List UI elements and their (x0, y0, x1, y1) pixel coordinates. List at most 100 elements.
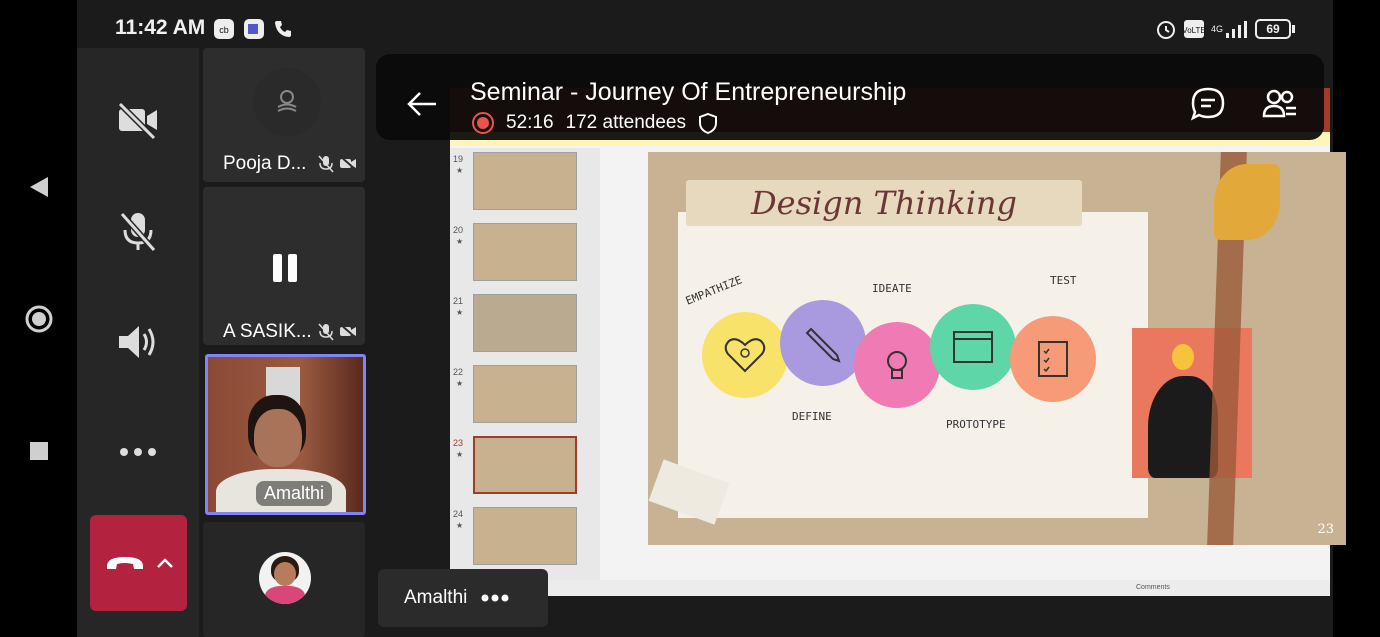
thumbnail-number: 23 (453, 438, 464, 448)
chat-button[interactable] (1188, 84, 1228, 124)
alarm-icon (1155, 18, 1177, 40)
thumbnail-star: ★ (456, 379, 464, 388)
people-icon (1262, 89, 1296, 118)
slide-thumbnail-selected[interactable]: 23 ★ (450, 436, 598, 496)
status-time: 11:42 AM (115, 16, 206, 39)
slide-thumbnail[interactable]: 24 ★ (450, 507, 598, 567)
call-icon (273, 18, 293, 40)
slide-thumbnail[interactable]: 22 ★ (450, 365, 598, 425)
thumbnail-image (473, 507, 577, 565)
comments-button[interactable]: Comments (1136, 584, 1170, 591)
hang-up-icon (106, 557, 143, 569)
shield-icon (699, 112, 717, 134)
thumbnail-image (473, 436, 577, 494)
stage-ideate-circle (854, 322, 940, 408)
participant-avatar (259, 552, 311, 604)
stage-prototype-circle (930, 304, 1016, 390)
thumbnail-image (473, 294, 577, 352)
slide-thumbnail[interactable]: 20 ★ (450, 223, 598, 283)
mic-off-icon (119, 212, 157, 252)
thumbnail-star: ★ (456, 308, 464, 317)
svg-text:cb: cb (219, 25, 229, 35)
thumbnail-number: 20 (453, 225, 464, 235)
slide-thumbnail-panel: 19 ★ 20 ★ 21 ★ 22 ★ 23 ★ 24 ★ (450, 148, 600, 580)
more-options-button[interactable] (102, 416, 174, 488)
slide-thumbnail[interactable]: 21 ★ (450, 294, 598, 354)
checklist-icon (1038, 341, 1068, 377)
more-icon (120, 448, 156, 456)
thumbnail-number: 19 (453, 154, 464, 164)
thumbnail-star: ★ (456, 450, 464, 459)
back-button[interactable] (402, 84, 442, 124)
chevron-up-icon (156, 558, 173, 568)
teams-app: 11:42 AM cb VoLTE 4G 69 Pooja D... A SAS… (77, 0, 1346, 637)
heart-icon (724, 338, 766, 373)
shared-screen-area: 19 ★ 20 ★ 21 ★ 22 ★ 23 ★ 24 ★ Design Thi… (373, 48, 1346, 637)
more-icon[interactable] (481, 594, 509, 602)
stage-define-circle (780, 300, 866, 386)
participant-tile[interactable]: Pooja D... (203, 48, 365, 182)
participant-tile[interactable]: A SASIK... (203, 187, 365, 345)
participant-tile[interactable] (203, 522, 365, 637)
video-person-face (254, 409, 302, 467)
participant-initials-avatar (253, 68, 321, 136)
home-nav-icon[interactable] (22, 302, 56, 336)
volte-icon: VoLTE (1183, 18, 1205, 40)
speaker-icon (119, 326, 155, 358)
pencil-icon (805, 327, 841, 363)
camera-muted-icon (339, 155, 357, 171)
slide-number: 23 (1317, 522, 1334, 537)
stage-empathize-circle (702, 312, 788, 398)
stage-label-define: DEFINE (792, 410, 832, 423)
recording-icon (472, 112, 494, 134)
speaker-video-tile[interactable]: Amalthi (205, 354, 366, 515)
meeting-duration: 52:16 (506, 112, 554, 133)
attendee-count: 172 attendees (565, 112, 686, 133)
slide-heading-banner: Design Thinking (686, 180, 1082, 226)
meeting-info: 52:16 172 attendees (472, 112, 718, 134)
slide-thumbnail[interactable]: 19 ★ (450, 152, 598, 212)
presenter-bar[interactable]: Amalthi (378, 569, 548, 627)
stage-label-prototype: PROTOTYPE (946, 418, 1006, 431)
battery-level: 69 (1255, 19, 1291, 39)
decor-leaf (1214, 164, 1280, 240)
thumbnail-number: 21 (453, 296, 464, 306)
meeting-header: Seminar - Journey Of Entrepreneurship 52… (376, 54, 1324, 140)
chat-icon (1190, 87, 1225, 121)
android-nav-bar (0, 0, 77, 637)
speaker-button[interactable] (102, 306, 174, 378)
meeting-title: Seminar - Journey Of Entrepreneurship (470, 78, 907, 106)
thumbnail-number: 24 (453, 509, 464, 519)
mic-toggle-button[interactable] (102, 196, 174, 268)
camera-toggle-button[interactable] (102, 84, 174, 156)
mic-muted-icon (318, 323, 334, 341)
stage-test-circle (1010, 316, 1096, 402)
pause-icon (273, 254, 297, 282)
video-participant-name: Amalthi (256, 481, 333, 506)
back-nav-icon[interactable] (22, 170, 56, 204)
svg-text:VoLTE: VoLTE (1183, 26, 1205, 35)
browser-window-icon (953, 331, 993, 363)
mic-muted-icon (318, 155, 334, 173)
participant-name: A SASIK... (223, 321, 312, 342)
signal-icon: 4G (1211, 18, 1249, 40)
recents-nav-icon[interactable] (22, 434, 56, 468)
camera-muted-icon (339, 323, 357, 339)
ppt-status-bar: Comments (450, 580, 1330, 596)
teams-notification-icon (243, 18, 265, 40)
battery-icon: 69 (1255, 18, 1295, 40)
call-controls (77, 48, 199, 637)
thumbnail-image (473, 223, 577, 281)
slide-heading: Design Thinking (750, 184, 1018, 222)
lightbulb-icon (887, 351, 907, 379)
arrow-left-icon (407, 92, 436, 116)
app-notification-icon: cb (213, 18, 235, 40)
thumbnail-image (473, 365, 577, 423)
current-slide: Design Thinking EMPATHIZE DEFINE IDEATE … (648, 152, 1346, 545)
powerpoint-window: 19 ★ 20 ★ 21 ★ 22 ★ 23 ★ 24 ★ Design Thi… (450, 88, 1346, 596)
participants-button[interactable] (1260, 84, 1300, 124)
participant-placeholder-icon (277, 90, 297, 112)
thumbnail-star: ★ (456, 237, 464, 246)
participant-status-icons (318, 323, 357, 341)
end-call-button[interactable] (90, 515, 187, 611)
